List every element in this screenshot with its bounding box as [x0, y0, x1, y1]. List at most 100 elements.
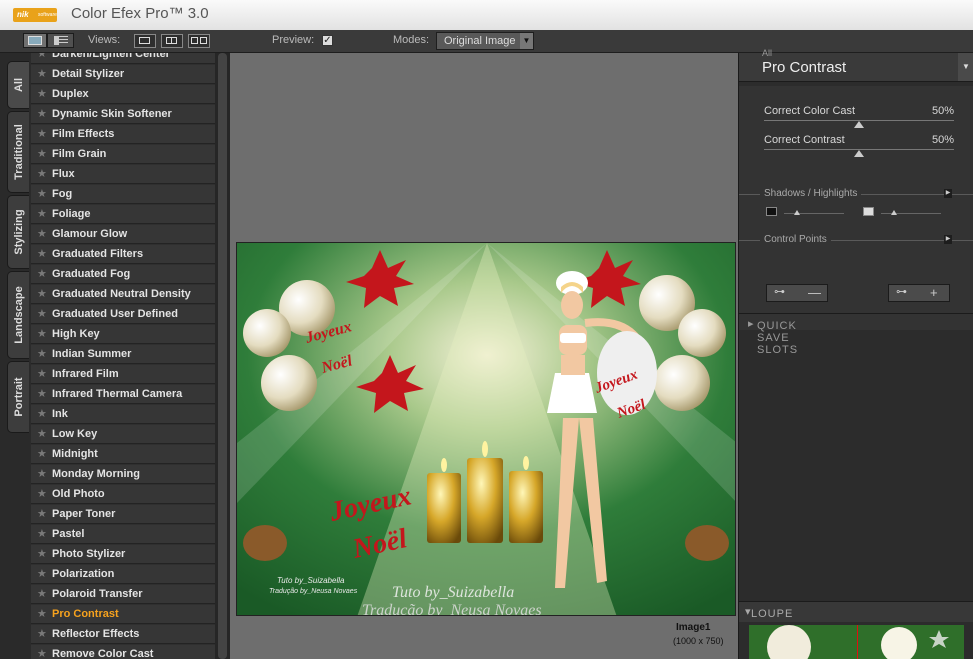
filter-list-item[interactable]: ★ Reflector Effects [31, 625, 215, 644]
filter-list-item[interactable]: ★ Ink [31, 405, 215, 424]
add-control-point-button[interactable]: ⊶ + [888, 284, 950, 302]
filter-list-item[interactable]: ★ Indian Summer [31, 345, 215, 364]
favorite-star-icon[interactable]: ★ [37, 387, 47, 400]
filter-list-item[interactable]: ★ Infrared Thermal Camera [31, 385, 215, 404]
preview-image[interactable]: Tuto by_Suizabella Tradução by_Neusa Nov… [236, 242, 736, 616]
filter-list-item[interactable]: ★ Infrared Film [31, 365, 215, 384]
slider-thumb-color-cast[interactable] [854, 121, 864, 128]
filter-list-item[interactable]: ★ Foliage [31, 205, 215, 224]
favorite-star-icon[interactable]: ★ [37, 307, 47, 320]
favorite-star-icon[interactable]: ★ [37, 347, 47, 360]
favorite-star-icon[interactable]: ★ [37, 467, 47, 480]
filter-label: Polaroid Transfer [52, 588, 143, 600]
remove-control-point-button[interactable]: ⊶ — [766, 284, 828, 302]
filter-list-item[interactable]: ★ Pro Contrast [31, 605, 215, 624]
favorite-star-icon[interactable]: ★ [37, 207, 47, 220]
tab-landscape[interactable]: Landscape [7, 271, 29, 359]
favorite-star-icon[interactable]: ★ [37, 53, 47, 60]
filter-list-item[interactable]: ★ Old Photo [31, 485, 215, 504]
favorite-star-icon[interactable]: ★ [37, 527, 47, 540]
filter-list-item[interactable]: ★ Photo Stylizer [31, 545, 215, 564]
slider-thumb-contrast[interactable] [854, 150, 864, 157]
filter-list-item[interactable]: ★ Film Grain [31, 145, 215, 164]
favorite-star-icon[interactable]: ★ [37, 67, 47, 80]
expand-arrow-icon[interactable]: ▶ [944, 235, 952, 244]
loupe-header[interactable]: ▾ LOUPE [739, 601, 973, 622]
filter-list-item[interactable]: ★ Darken/Lighten Center [31, 53, 215, 64]
filter-list-item[interactable]: ★ Low Key [31, 425, 215, 444]
filter-list-item[interactable]: ★ High Key [31, 325, 215, 344]
favorite-star-icon[interactable]: ★ [37, 427, 47, 440]
scrollbar-thumb[interactable] [218, 53, 227, 659]
filter-list-item[interactable]: ★ Fog [31, 185, 215, 204]
favorite-star-icon[interactable]: ★ [37, 587, 47, 600]
favorite-star-icon[interactable]: ★ [37, 287, 47, 300]
tab-stylizing[interactable]: Stylizing [7, 195, 29, 269]
filter-list-item[interactable]: ★ Graduated Fog [31, 265, 215, 284]
tab-portrait[interactable]: Portrait [7, 361, 29, 433]
filter-list-item[interactable]: ★ Graduated User Defined [31, 305, 215, 324]
favorite-star-icon[interactable]: ★ [37, 227, 47, 240]
highlights-slider-thumb[interactable] [891, 210, 897, 215]
filter-list-item[interactable]: ★ Paper Toner [31, 505, 215, 524]
single-view-icon [139, 37, 150, 44]
shadows-highlights-section[interactable]: Shadows / Highlights ▶ [739, 187, 973, 201]
favorite-star-icon[interactable]: ★ [37, 487, 47, 500]
favorite-star-icon[interactable]: ★ [37, 507, 47, 520]
favorite-star-icon[interactable]: ★ [37, 127, 47, 140]
favorite-star-icon[interactable]: ★ [37, 107, 47, 120]
filter-dropdown-button[interactable]: ▼ [958, 53, 973, 81]
highlights-slider[interactable] [881, 213, 941, 214]
filter-list-item[interactable]: ★ Detail Stylizer [31, 65, 215, 84]
favorite-star-icon[interactable]: ★ [37, 87, 47, 100]
favorite-star-icon[interactable]: ★ [37, 167, 47, 180]
filter-label: Film Grain [52, 148, 107, 160]
filter-list-item[interactable]: ★ Duplex [31, 85, 215, 104]
filter-list-item[interactable]: ★ Film Effects [31, 125, 215, 144]
favorite-star-icon[interactable]: ★ [37, 147, 47, 160]
filter-list-item[interactable]: ★ Glamour Glow [31, 225, 215, 244]
filter-list-scrollbar[interactable] [215, 53, 230, 659]
favorite-star-icon[interactable]: ★ [37, 447, 47, 460]
control-points-section[interactable]: Control Points ▶ [739, 233, 973, 247]
filter-list-item[interactable]: ★ Dynamic Skin Softener [31, 105, 215, 124]
filter-list-item[interactable]: ★ Polaroid Transfer [31, 585, 215, 604]
shadows-slider[interactable] [784, 213, 844, 214]
list-view-button[interactable] [47, 33, 74, 48]
filter-list-item[interactable]: ★ Flux [31, 165, 215, 184]
filter-list-item[interactable]: ★ Remove Color Cast [31, 645, 215, 659]
shadows-slider-thumb[interactable] [794, 210, 800, 215]
modes-label: Modes: [393, 34, 430, 46]
favorite-star-icon[interactable]: ★ [37, 627, 47, 640]
tab-all[interactable]: All [7, 61, 29, 109]
favorite-star-icon[interactable]: ★ [37, 267, 47, 280]
favorite-star-icon[interactable]: ★ [37, 327, 47, 340]
side-by-side-view-button[interactable] [188, 34, 210, 48]
filter-list-item[interactable]: ★ Graduated Filters [31, 245, 215, 264]
split-view-button[interactable] [161, 34, 183, 48]
quick-save-slots-header[interactable]: ▸ QUICK SAVE SLOTS [739, 313, 973, 356]
toolbar: Views: Preview: ✓ Modes: Original Image … [0, 30, 973, 53]
credit-small-2: Tradução by_Neusa Novaes [269, 588, 358, 595]
single-view-button[interactable] [134, 34, 156, 48]
favorite-star-icon[interactable]: ★ [37, 187, 47, 200]
modes-select[interactable]: Original Image ▼ [436, 32, 534, 50]
filter-list-item[interactable]: ★ Graduated Neutral Density [31, 285, 215, 304]
filter-list-item[interactable]: ★ Midnight [31, 445, 215, 464]
favorite-star-icon[interactable]: ★ [37, 567, 47, 580]
favorite-star-icon[interactable]: ★ [37, 647, 47, 659]
tab-traditional[interactable]: Traditional [7, 111, 29, 193]
preview-image-graphic: Tuto by_Suizabella Tradução by_Neusa Nov… [237, 243, 735, 615]
favorite-star-icon[interactable]: ★ [37, 367, 47, 380]
favorite-star-icon[interactable]: ★ [37, 547, 47, 560]
favorite-star-icon[interactable]: ★ [37, 247, 47, 260]
favorite-star-icon[interactable]: ★ [37, 407, 47, 420]
thumbnail-view-button[interactable] [23, 33, 47, 48]
filter-list-item[interactable]: ★ Pastel [31, 525, 215, 544]
filter-list-item[interactable]: ★ Monday Morning [31, 465, 215, 484]
preview-checkbox[interactable]: ✓ [322, 35, 333, 46]
filter-settings-panel: All Pro Contrast ▼ Correct Color Cast 50… [738, 48, 973, 659]
favorite-star-icon[interactable]: ★ [37, 607, 47, 620]
expand-arrow-icon[interactable]: ▶ [944, 189, 952, 198]
filter-list-item[interactable]: ★ Polarization [31, 565, 215, 584]
